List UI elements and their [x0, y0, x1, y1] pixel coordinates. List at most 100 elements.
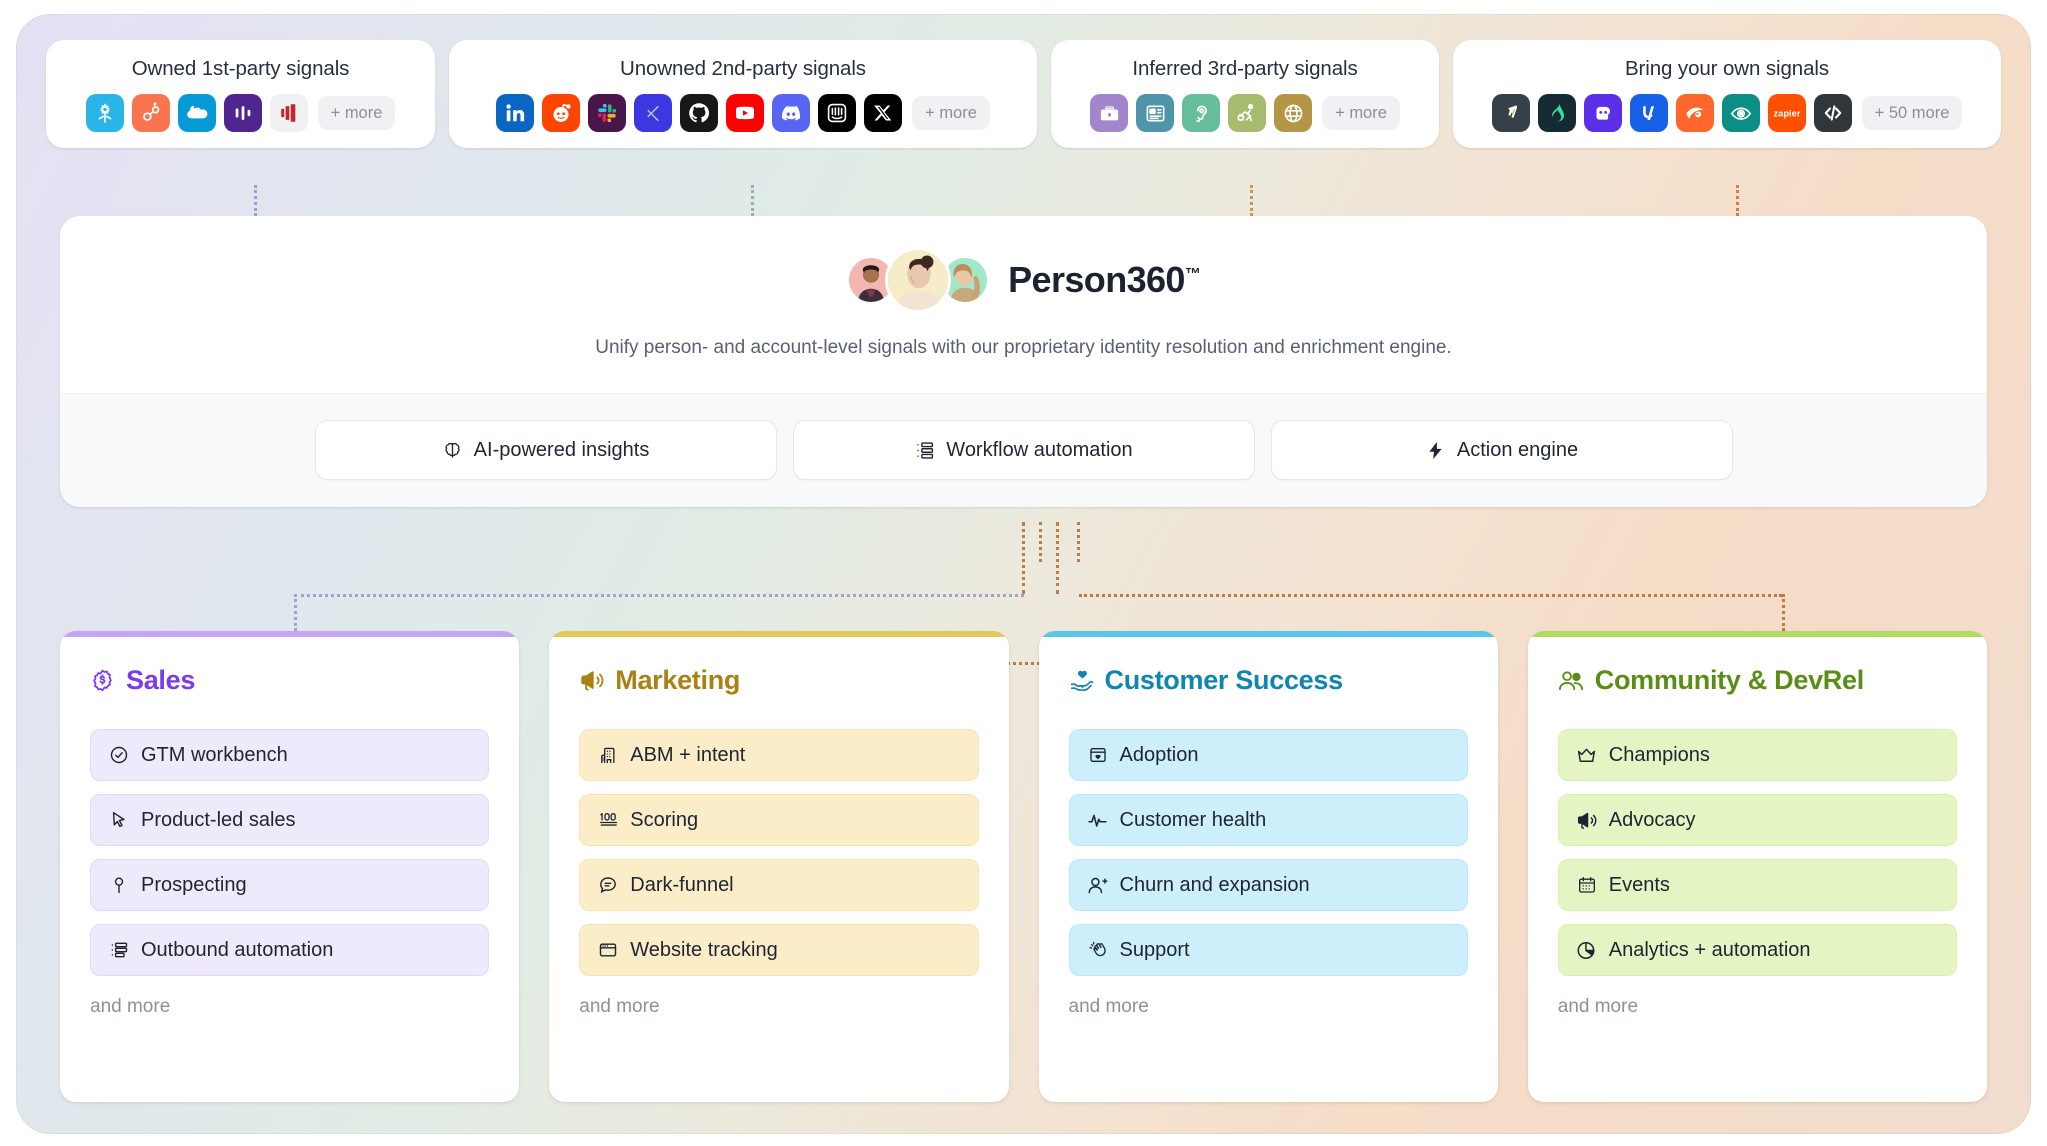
semrush-logo[interactable] — [1675, 94, 1714, 132]
ear-listening-icon[interactable] — [1182, 94, 1221, 132]
signal-card-title: Inferred 3rd-party signals — [1132, 57, 1358, 80]
signal-card-title: Unowned 2nd-party signals — [620, 57, 866, 80]
check-circle-icon — [108, 745, 130, 765]
signal-card-owned-1st-party: Owned 1st-party signals + more — [46, 40, 435, 148]
signal-card-more-pill[interactable]: + more — [1322, 96, 1400, 130]
signal-card-title: Owned 1st-party signals — [131, 57, 350, 80]
capability-ai-powered-insights[interactable]: AI-powered insights — [314, 420, 777, 480]
building-icon — [597, 745, 619, 765]
cursor-icon — [108, 810, 130, 830]
team-item-label: Adoption — [1119, 743, 1199, 766]
gleap-logo[interactable] — [1537, 94, 1576, 132]
team-item-outbound-automation[interactable]: Outbound automation — [90, 924, 490, 976]
team-item-support[interactable]: Support — [1068, 924, 1468, 976]
capability-action-engine[interactable]: Action engine — [1270, 420, 1733, 480]
hub-title-row: Person360™ — [846, 247, 1201, 313]
github-logo[interactable] — [680, 94, 719, 132]
signal-card-unowned-2nd-party: Unowned 2nd-party signals + more — [449, 40, 1037, 148]
team-item-dark-funnel[interactable]: Dark-funnel — [579, 859, 979, 911]
custom-code-logo[interactable] — [1813, 94, 1852, 132]
calendar-icon — [1576, 875, 1598, 895]
team-item-abm-intent[interactable]: ABM + intent — [579, 729, 979, 781]
team-card-sales: Sales GTM workbench Product-led sales Pr… — [60, 631, 520, 1102]
snowflake-logo[interactable] — [85, 94, 124, 132]
globe-icon[interactable] — [1274, 94, 1313, 132]
signal-card-bring-your-own: Bring your own signals zapier + 50 more — [1453, 40, 2001, 148]
marketo-logo[interactable] — [269, 94, 308, 132]
capability-label: Action engine — [1456, 438, 1579, 461]
signal-card-title: Bring your own signals — [1624, 57, 1830, 80]
team-item-advocacy[interactable]: Advocacy — [1557, 794, 1957, 846]
newspaper-icon[interactable] — [1136, 94, 1175, 132]
and-more-label: and more — [90, 996, 171, 1017]
hub-header: Person360™ Unify person- and account-lev… — [60, 216, 1987, 393]
linkedin-logo[interactable] — [496, 94, 535, 132]
svg-text:zapier: zapier — [1773, 108, 1800, 118]
signal-card-more-pill[interactable]: + more — [317, 96, 396, 130]
team-item-label: ABM + intent — [630, 743, 746, 766]
salesforce-logo[interactable] — [177, 94, 216, 132]
discord-logo[interactable] — [772, 94, 811, 132]
person360-hub-card: Person360™ Unify person- and account-lev… — [60, 216, 1987, 507]
team-card-community-devrel: Community & DevRel Champions Advocacy Ev… — [1527, 631, 1987, 1102]
package-heart-icon — [1087, 745, 1109, 765]
signal-card-inferred-3rd-party: Inferred 3rd-party signals + more — [1051, 40, 1439, 148]
avatar — [885, 247, 952, 313]
team-item-label: Website tracking — [630, 938, 778, 961]
people-group-icon — [1558, 668, 1584, 694]
logo-row: + more — [85, 94, 396, 132]
signal-sources-row: Owned 1st-party signals + more Unowned 2… — [46, 40, 2001, 148]
team-item-champions[interactable]: Champions — [1557, 729, 1957, 781]
datagrail-logo[interactable] — [1583, 94, 1622, 132]
reddit-logo[interactable] — [542, 94, 581, 132]
hub-subtitle: Unify person- and account-level signals … — [595, 337, 1452, 358]
avatar-group — [846, 247, 991, 313]
workflow-icon — [914, 440, 935, 461]
amplitude-logo[interactable] — [223, 94, 262, 132]
hotjar-logo[interactable] — [1721, 94, 1760, 132]
x-twitter-logo[interactable] — [864, 94, 903, 132]
user-plus-icon — [1087, 875, 1109, 896]
signal-card-more-pill[interactable]: + more — [912, 96, 990, 130]
team-title-customer-success: Customer Success — [1069, 665, 1468, 696]
team-item-adoption[interactable]: Adoption — [1068, 729, 1468, 781]
team-item-label: Churn and expansion — [1119, 873, 1310, 896]
team-item-website-tracking[interactable]: Website tracking — [579, 924, 979, 976]
briefcase-icon[interactable] — [1090, 94, 1129, 132]
typeform-logo[interactable] — [1629, 94, 1668, 132]
pulse-icon — [1087, 810, 1109, 831]
hubspot-logo[interactable] — [131, 94, 170, 132]
team-item-label: Dark-funnel — [630, 873, 734, 896]
slack-logo[interactable] — [588, 94, 627, 132]
list-flow-icon — [108, 940, 130, 960]
crown-icon — [1576, 745, 1598, 766]
team-item-analytics-automation[interactable]: Analytics + automation — [1557, 924, 1957, 976]
capability-label: Workflow automation — [946, 438, 1133, 461]
team-item-label: Product-led sales — [141, 808, 296, 831]
team-item-scoring[interactable]: Scoring — [579, 794, 979, 846]
pie-chart-icon — [1576, 940, 1598, 961]
team-item-product-led-sales[interactable]: Product-led sales — [90, 794, 490, 846]
team-item-label: GTM workbench — [141, 743, 288, 766]
intercom-logo[interactable] — [818, 94, 857, 132]
youtube-logo[interactable] — [726, 94, 765, 132]
team-item-label: Champions — [1608, 743, 1710, 766]
team-item-customer-health[interactable]: Customer health — [1068, 794, 1468, 846]
team-item-gtm-workbench[interactable]: GTM workbench — [90, 729, 490, 781]
signal-card-more-pill[interactable]: + 50 more — [1861, 96, 1963, 130]
hundred-points-icon — [597, 810, 619, 831]
zapier-logo[interactable]: zapier — [1767, 94, 1806, 132]
kaggle-logo[interactable] — [634, 94, 673, 132]
team-card-customer-success: Customer Success Adoption Customer healt… — [1038, 631, 1498, 1102]
and-more-label: and more — [1557, 996, 1639, 1017]
team-item-events[interactable]: Events — [1557, 859, 1957, 911]
traveler-icon[interactable] — [1228, 94, 1267, 132]
capability-workflow-automation[interactable]: Workflow automation — [792, 420, 1255, 480]
and-more-label: and more — [1068, 996, 1149, 1017]
browser-window-icon — [597, 940, 619, 960]
lightning-bolt-icon — [1425, 440, 1446, 461]
team-item-churn-and-expansion[interactable]: Churn and expansion — [1068, 859, 1468, 911]
team-item-label: Support — [1119, 938, 1190, 961]
datadog-logo[interactable] — [1491, 94, 1530, 132]
team-item-prospecting[interactable]: Prospecting — [90, 859, 490, 911]
